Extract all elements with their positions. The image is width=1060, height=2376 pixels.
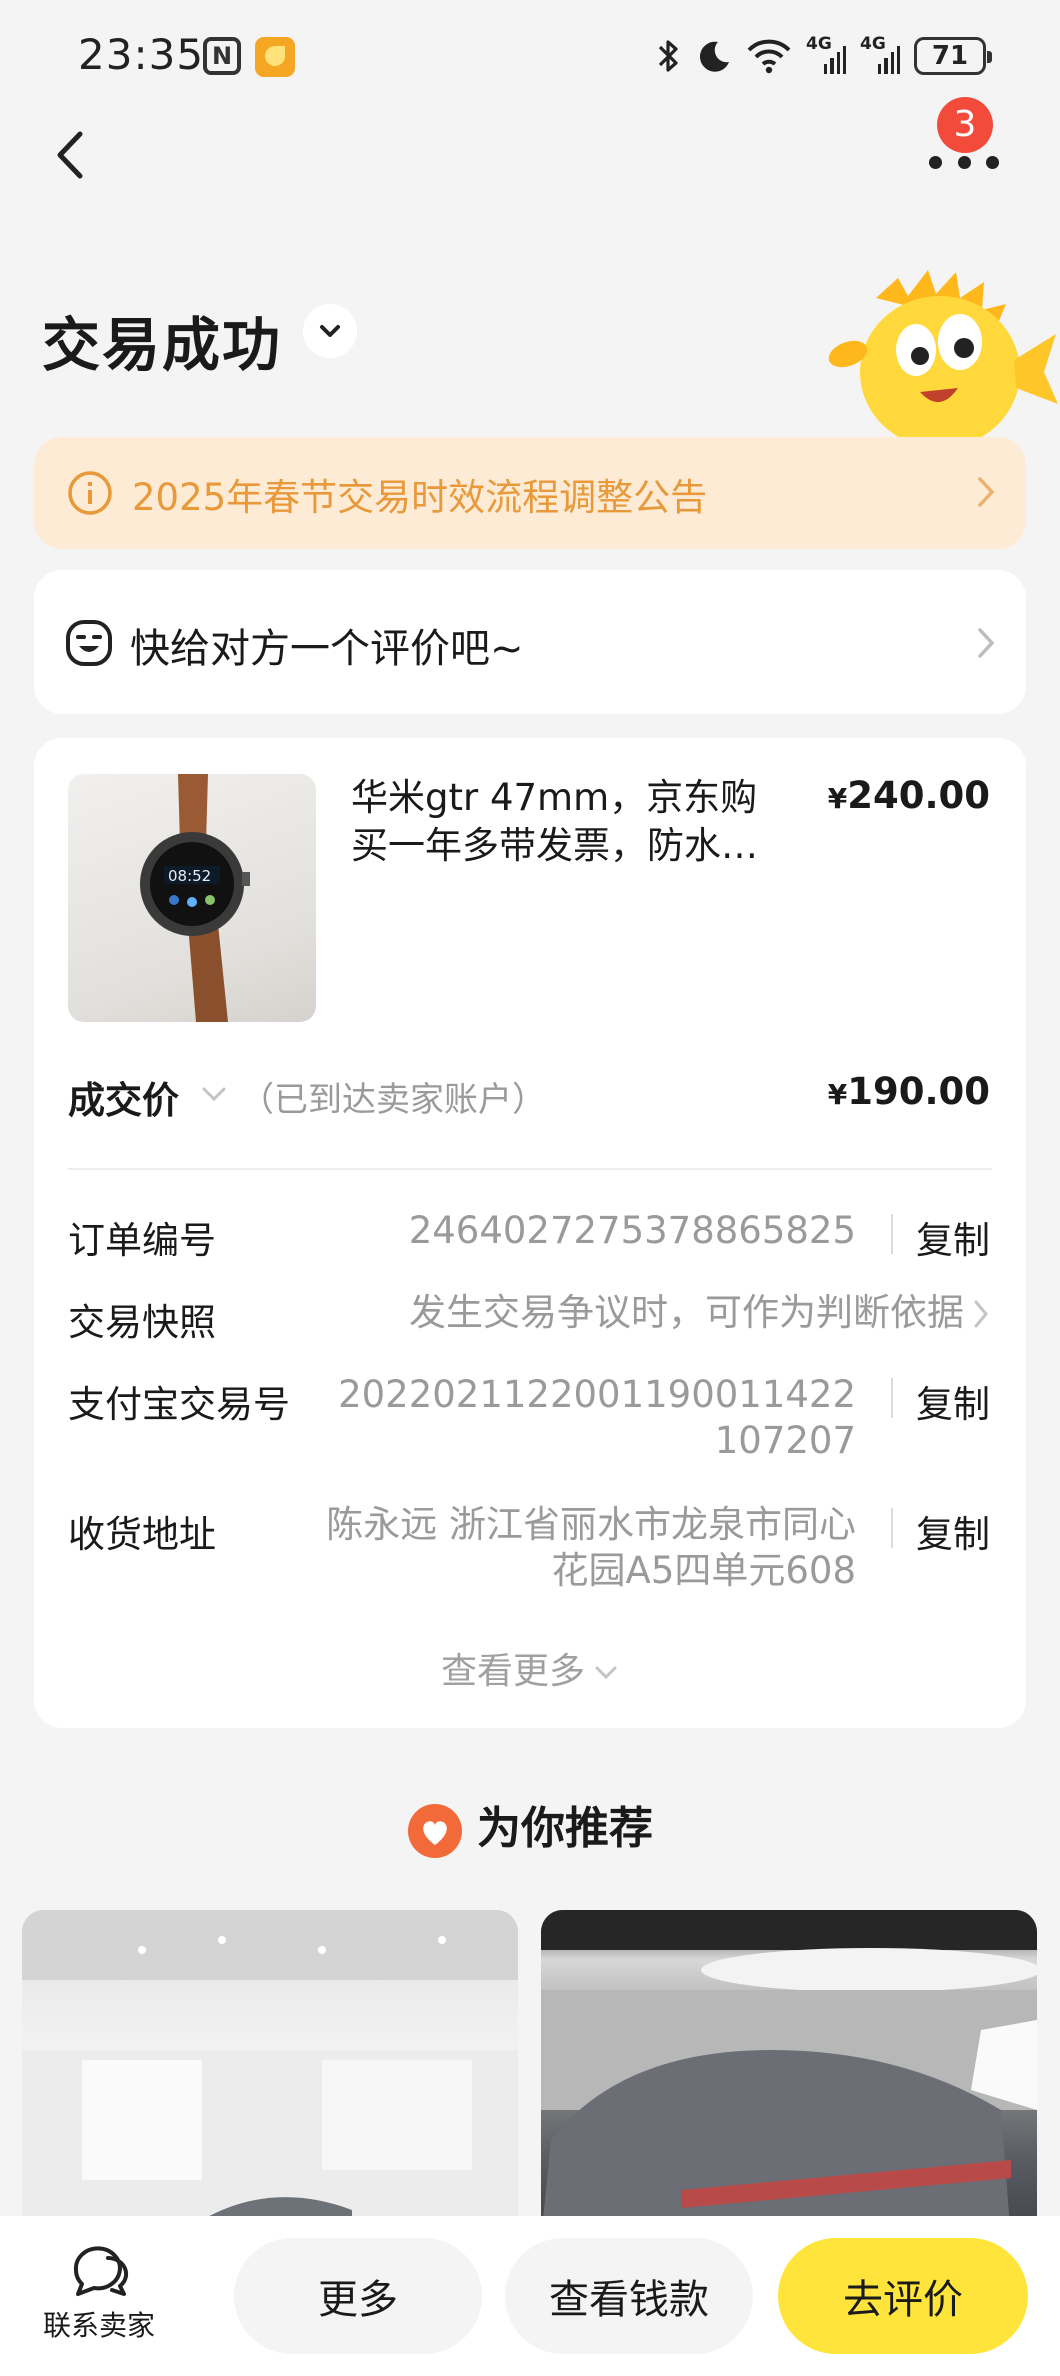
moon-icon — [699, 41, 729, 72]
alipay-trade-value-line: 107207 — [714, 1419, 856, 1462]
deal-status-text: （已到达卖家账户） — [240, 1080, 546, 1120]
recommend-item-image — [22, 1910, 518, 2240]
chevron-down-icon[interactable] — [200, 1084, 228, 1104]
svg-text:08:52: 08:52 — [168, 867, 211, 885]
separator — [891, 1378, 893, 1418]
announcement-banner[interactable]: 2025年春节交易时效流程调整公告 — [34, 437, 1026, 549]
chevron-right-icon — [978, 477, 995, 507]
alipay-trade-value: 2022021122001190011422 107207 — [338, 1372, 856, 1464]
bottom-action-bar: 联系卖家 更多 查看钱款 去评价 — [0, 2216, 1060, 2376]
deal-price: ¥190.00 — [828, 1070, 990, 1113]
signal-icon: 4G — [860, 34, 900, 74]
status-icons: 4G 4G 71 — [656, 34, 992, 78]
signal-icon: 4G — [806, 34, 846, 74]
chevron-down-icon — [595, 1666, 617, 1680]
view-funds-button[interactable]: 查看钱款 — [505, 2238, 753, 2354]
product-price-value: 240.00 — [847, 774, 990, 817]
order-number-value: 2464027275378865825 — [408, 1209, 856, 1252]
recommend-item-image — [541, 1910, 1037, 2240]
copy-order-number-button[interactable]: 复制 — [916, 1210, 990, 1264]
alipay-trade-value-line: 2022021122001190011422 — [338, 1373, 856, 1416]
recommend-title: 为你推荐 — [477, 1803, 653, 1854]
rate-button[interactable]: 去评价 — [778, 2238, 1028, 2354]
network-type-label: 4G — [806, 34, 832, 54]
order-number-label: 订单编号 — [68, 1219, 216, 1262]
recommend-item-card[interactable] — [541, 1910, 1037, 2240]
alipay-trade-label: 支付宝交易号 — [68, 1383, 290, 1426]
page-title: 交易成功 — [42, 311, 283, 379]
smiley-icon — [66, 620, 112, 666]
chevron-right-icon[interactable] — [972, 1298, 990, 1330]
copy-alipay-trade-button[interactable]: 复制 — [916, 1374, 990, 1428]
more-button[interactable]: 更多 — [234, 2238, 482, 2354]
snapshot-label[interactable]: 交易快照 — [68, 1292, 216, 1346]
currency-symbol: ¥ — [827, 1078, 848, 1111]
separator — [891, 1214, 893, 1254]
info-icon — [68, 471, 112, 515]
product-price: ¥240.00 — [828, 774, 990, 817]
rate-prompt-card[interactable]: 快给对方一个评价吧~ — [34, 570, 1026, 714]
battery-level: 71 — [931, 41, 969, 71]
wifi-icon — [747, 39, 791, 74]
chevron-right-icon — [978, 628, 995, 658]
notification-badge: 3 — [937, 97, 993, 153]
address-label: 收货地址 — [68, 1513, 216, 1556]
order-details-card: 08:52 华米gtr 47mm，京东购买一年多带发票，防水… ¥240.00 … — [34, 738, 1026, 1728]
nfc-icon: N — [203, 37, 241, 75]
network-type-label: 4G — [860, 34, 886, 54]
product-image[interactable]: 08:52 — [68, 774, 316, 1022]
status-time: 23:35 — [78, 30, 205, 79]
chat-bubbles-icon — [73, 2246, 129, 2296]
currency-symbol: ¥ — [827, 782, 848, 815]
announcement-text: 2025年春节交易时效流程调整公告 — [132, 476, 708, 519]
chevron-down-icon[interactable] — [303, 304, 357, 358]
mascot-fish-icon — [828, 270, 1058, 440]
divider — [68, 1168, 992, 1170]
recommend-item-card[interactable] — [22, 1910, 518, 2240]
copy-address-button[interactable]: 复制 — [916, 1504, 990, 1558]
deal-price-label[interactable]: 成交价 — [68, 1070, 179, 1124]
contact-seller-button[interactable]: 联系卖家 — [24, 2242, 174, 2344]
back-chevron-icon[interactable] — [50, 130, 90, 180]
status-bar: 23:35 N 4G 4G 71 — [0, 0, 1060, 115]
see-more-label: 查看更多 — [440, 1651, 585, 1692]
snapshot-value[interactable]: 发生交易争议时，可作为判断依据 — [409, 1290, 964, 1336]
heart-icon — [408, 1804, 462, 1858]
address-value-line: 陈永远 浙江省丽水市龙泉市同心 — [326, 1503, 856, 1546]
recommend-header: 为你推荐 — [0, 1792, 1060, 1859]
bluetooth-icon — [658, 40, 678, 72]
address-value: 陈永远 浙江省丽水市龙泉市同心 花园A5四单元608 — [326, 1502, 856, 1594]
more-dots-icon[interactable] — [929, 150, 999, 174]
see-more-button[interactable]: 查看更多 — [34, 1642, 1026, 1694]
deal-price-value: 190.00 — [847, 1070, 990, 1113]
watch-photo: 08:52 — [140, 774, 250, 1022]
product-title[interactable]: 华米gtr 47mm，京东购买一年多带发票，防水… — [351, 774, 791, 870]
battery-icon: 71 — [914, 37, 992, 75]
app-notification-icon — [255, 37, 295, 77]
address-value-line: 花园A5四单元608 — [551, 1549, 856, 1592]
contact-seller-label: 联系卖家 — [42, 2309, 155, 2342]
separator — [891, 1508, 893, 1548]
rate-prompt-text: 快给对方一个评价吧~ — [130, 626, 524, 672]
